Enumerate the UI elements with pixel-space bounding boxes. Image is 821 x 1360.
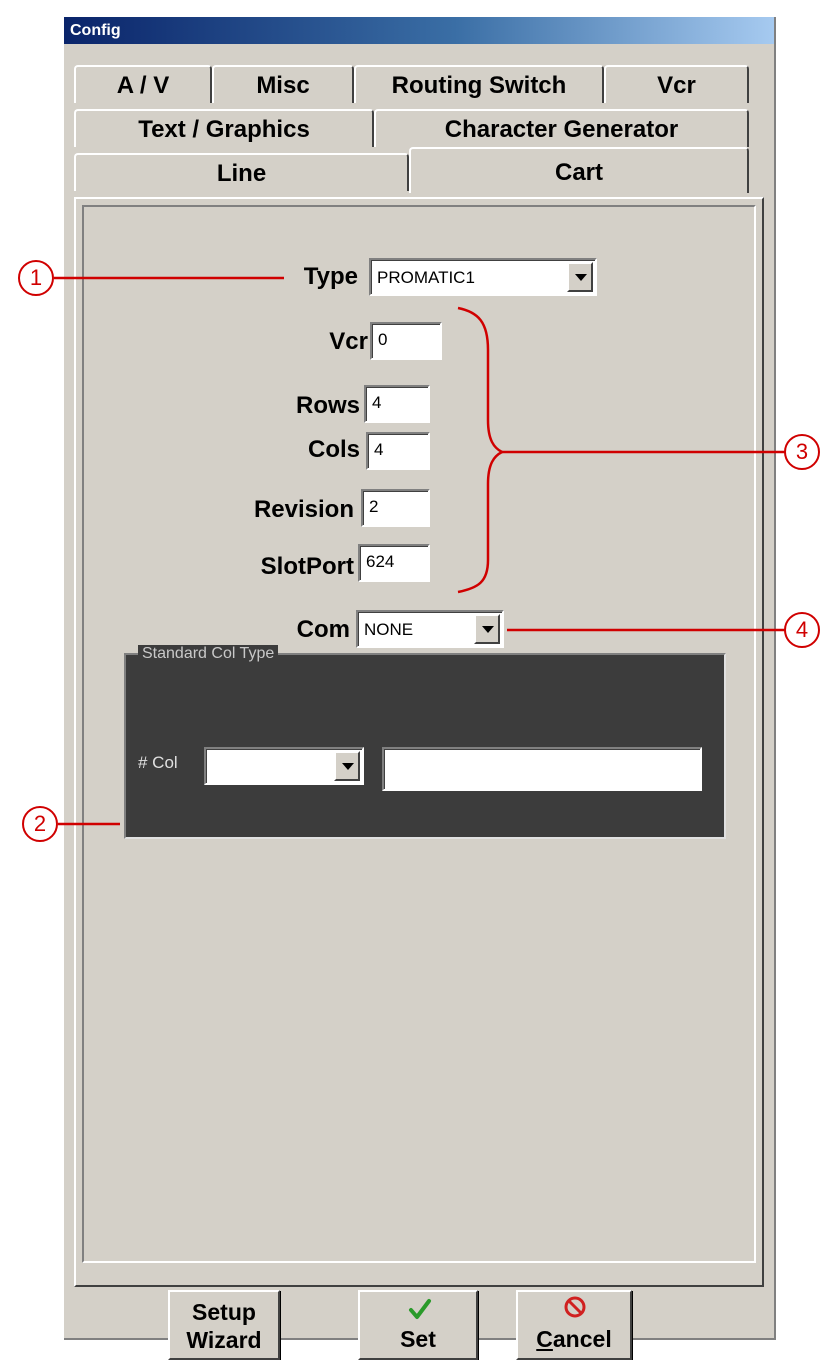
callout-marker-1: 1: [18, 260, 54, 296]
annotation-overlay: [54, 276, 786, 826]
callout-marker-3: 3: [784, 434, 820, 470]
callout-3-brace: [457, 306, 505, 594]
tab-cart[interactable]: Cart: [409, 147, 749, 193]
callout-marker-4: 4: [784, 612, 820, 648]
callout-marker-2: 2: [22, 806, 58, 842]
